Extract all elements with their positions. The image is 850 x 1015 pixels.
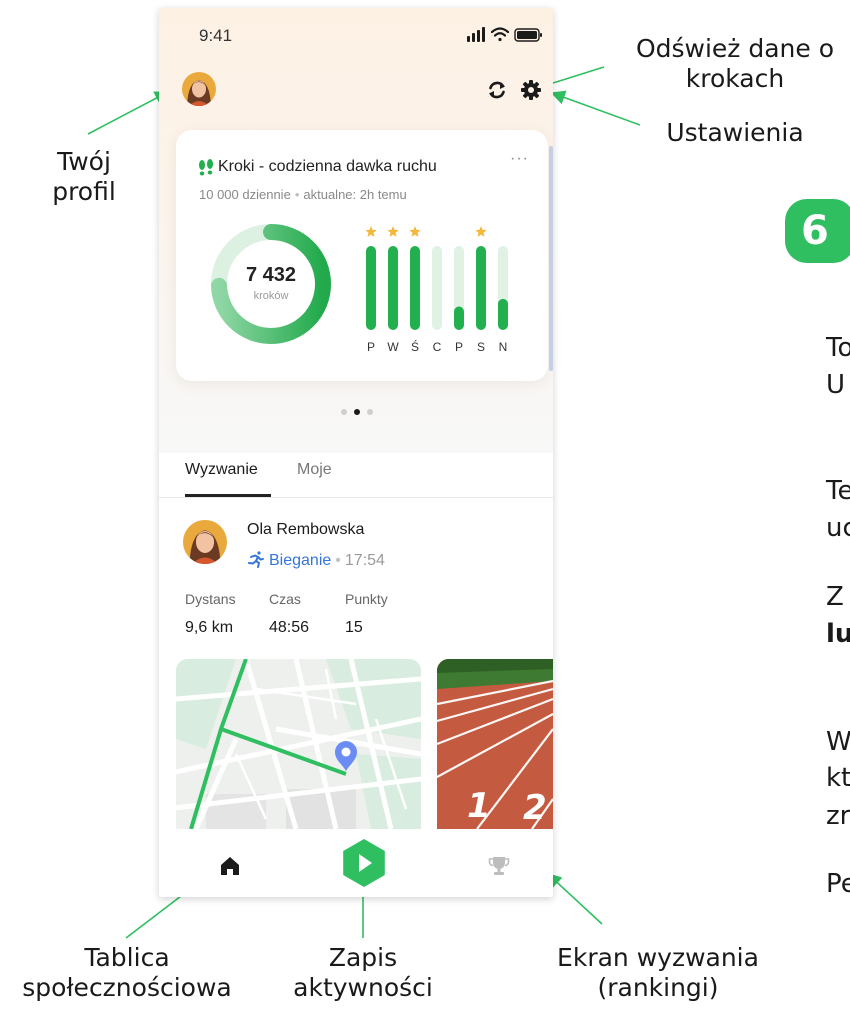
stat-points-value: 15 <box>345 619 363 636</box>
activity-photo[interactable]: 1 2 <box>437 659 553 829</box>
goal-star-icon <box>409 226 421 237</box>
pager-dot[interactable] <box>354 409 360 415</box>
route-map[interactable] <box>176 659 421 829</box>
goal-star-icon <box>387 226 399 237</box>
day-bar-fill <box>476 246 486 330</box>
goal-star-icon <box>475 226 487 237</box>
weekday-label: P <box>366 340 375 354</box>
weekday-label: N <box>498 340 508 354</box>
wifi-icon <box>490 27 510 42</box>
author-avatar-image <box>183 520 227 564</box>
card-subtitle: 10 000 dziennie • aktualne: 2h temu <box>199 187 407 202</box>
weekday-label: S <box>476 340 485 354</box>
svg-text:2: 2 <box>523 788 547 828</box>
tab-mine[interactable]: Moje <box>297 461 332 479</box>
label-challenge: Ekran wyzwania (rankingi) <box>557 943 759 1002</box>
weekday-labels: PWŚCPSN <box>363 340 523 356</box>
post-author-avatar[interactable] <box>183 520 227 564</box>
next-card-edge <box>549 146 553 371</box>
weekday-label: C <box>432 340 442 354</box>
day-bar-fill <box>454 306 464 330</box>
activity-type: Bieganie <box>269 552 332 569</box>
arrow-profile <box>87 91 170 135</box>
arrow-settings <box>550 90 641 126</box>
last-updated: aktualne: 2h temu <box>303 187 407 202</box>
stat-points-label: Punkty <box>345 591 388 607</box>
footsteps-icon <box>199 159 213 176</box>
label-feed: Tablica społecznościowa <box>22 943 232 1002</box>
day-bar-fill <box>498 298 508 330</box>
steps-progress-ring: 7 432 kroków <box>209 222 333 346</box>
profile-avatar[interactable] <box>182 72 216 106</box>
weekday-label: Ś <box>410 340 419 354</box>
home-icon[interactable] <box>219 855 241 877</box>
stat-time-label: Czas <box>269 591 301 607</box>
label-profile: Twój profil <box>52 147 116 206</box>
status-time: 9:41 <box>199 26 233 45</box>
refresh-icon[interactable] <box>486 79 508 101</box>
post-activity: Bieganie • 17:54 <box>247 550 385 570</box>
stat-distance-label: Dystans <box>185 591 236 607</box>
daily-goal: 10 000 dziennie <box>199 187 291 202</box>
feed-tabs: Wyzwanie Moje <box>159 453 553 498</box>
more-options-icon[interactable]: ··· <box>510 150 529 168</box>
day-bar-fill <box>410 246 420 330</box>
activity-time: 17:54 <box>344 552 385 569</box>
bottom-navigation <box>159 829 553 897</box>
signal-icon <box>467 27 485 42</box>
card-title: Kroki - codzienna dawka ruchu <box>218 158 437 175</box>
weekday-label: P <box>454 340 463 354</box>
label-record: Zapis aktywności <box>293 943 433 1002</box>
steps-unit: kroków <box>253 290 289 302</box>
label-settings: Ustawienia <box>666 118 804 147</box>
tab-challenge[interactable]: Wyzwanie <box>185 461 258 479</box>
label-refresh: Odśwież dane o krokach <box>635 34 835 93</box>
steps-card[interactable]: Kroki - codzienna dawka ruchu ··· 10 000… <box>176 130 548 381</box>
status-icons <box>467 27 542 42</box>
arrow-challenge <box>546 873 603 925</box>
pager-dot[interactable] <box>341 409 347 415</box>
day-bar-fill <box>388 246 398 330</box>
map-graphic <box>176 659 421 829</box>
svg-text:1: 1 <box>467 786 491 826</box>
goal-star-icon <box>366 226 377 237</box>
play-icon[interactable] <box>339 838 389 888</box>
step-number-badge: 6 <box>785 199 850 263</box>
avatar-image <box>182 72 216 106</box>
trophy-icon[interactable] <box>488 855 510 877</box>
gear-icon[interactable] <box>520 79 542 101</box>
day-bar-fill <box>366 246 376 330</box>
stat-time-value: 48:56 <box>269 619 310 636</box>
steps-count: 7 432 <box>245 264 297 286</box>
day-bar-track <box>432 246 442 330</box>
stat-distance-value: 9,6 km <box>185 619 234 636</box>
active-tab-indicator <box>185 494 271 497</box>
weekday-label: W <box>387 340 399 354</box>
track-photo-graphic: 1 2 <box>437 659 553 829</box>
pager-dot[interactable] <box>367 409 373 415</box>
phone-screen: 9:41 Kroki - codzienna dawka ruchu ··· 1… <box>159 8 553 897</box>
battery-icon <box>514 28 542 42</box>
running-icon <box>248 551 264 568</box>
carousel-pager[interactable] <box>341 408 381 418</box>
post-author-name[interactable]: Ola Rembowska <box>247 521 364 539</box>
